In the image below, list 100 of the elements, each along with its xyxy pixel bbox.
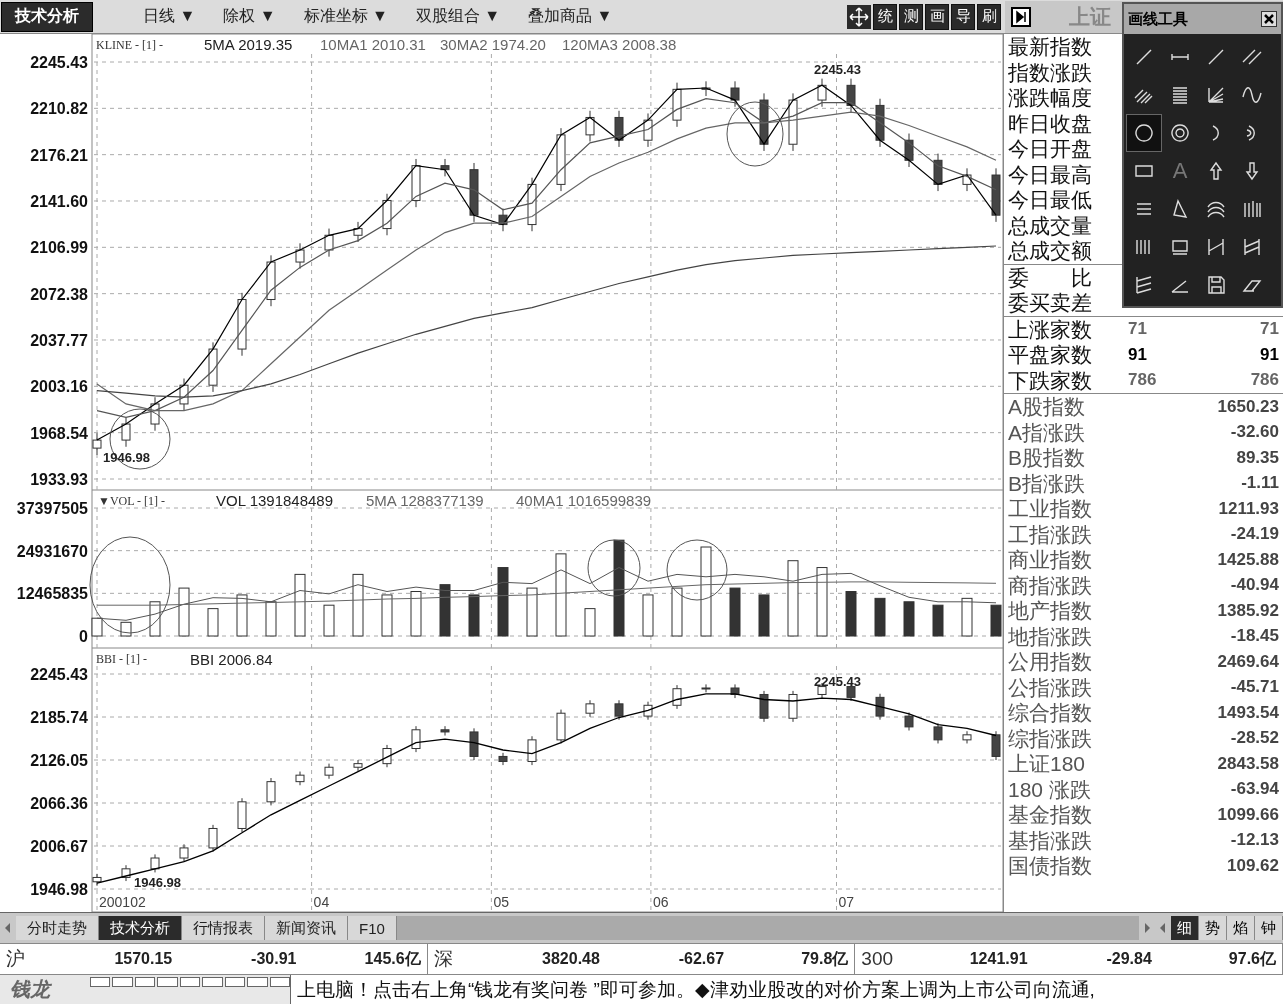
index-label: 综指涨跌 — [1008, 725, 1092, 751]
volume-bar — [120, 621, 132, 637]
expand-icon[interactable] — [1011, 6, 1031, 27]
technical-analysis-button[interactable]: 技术分析 — [1, 1, 93, 32]
peak-label: 2245.43 — [814, 674, 861, 689]
candlestick — [527, 177, 537, 232]
candlestick — [643, 701, 653, 721]
volume-bar — [352, 573, 364, 637]
field-label: 昨日收盘 — [1008, 110, 1092, 136]
candlestick — [324, 763, 334, 780]
axis-label: 2106.99 — [30, 239, 88, 257]
circle-mark — [726, 101, 784, 167]
index-label: 公用指数 — [1008, 649, 1092, 675]
field-label: 平盘家数 — [1008, 342, 1093, 368]
axis-label: 06 — [652, 894, 669, 910]
candlestick — [556, 709, 566, 744]
volume-bar — [671, 587, 683, 637]
volume-bar — [265, 601, 277, 637]
axis-label: 04 — [313, 894, 330, 910]
volume-bar — [236, 594, 248, 637]
candlestick — [788, 92, 798, 152]
legend-label: 120MA3 2008.38 — [562, 36, 677, 53]
view-tab[interactable]: F10 — [348, 916, 397, 940]
axis-label: 2141.60 — [30, 193, 88, 210]
candlestick — [469, 162, 479, 223]
view-tab[interactable]: 分时走势 — [16, 916, 99, 940]
candlestick — [121, 864, 131, 882]
index-value: -32.60 — [1230, 422, 1279, 443]
axis-label: 0 — [79, 628, 88, 645]
change-value: -30.91 — [250, 950, 297, 968]
index-title: 上证 — [1069, 3, 1111, 30]
legend-label: VOL 1391848489 — [216, 492, 334, 509]
panel-tab[interactable]: 势 — [1199, 916, 1227, 940]
toolbar-button[interactable]: 刷 — [977, 3, 1001, 30]
volume-bar — [381, 594, 393, 637]
axis-label: 1933.93 — [30, 471, 88, 488]
candlestick — [469, 727, 479, 761]
volume-bar — [874, 597, 886, 637]
dropdown-menu[interactable]: 标准坐标 ▼ — [303, 6, 388, 27]
dropdown-menu[interactable]: 双股组合 ▼ — [415, 6, 501, 27]
circle-tool-icon[interactable] — [1126, 114, 1162, 152]
view-tab[interactable]: 技术分析 — [99, 916, 182, 940]
index-label: 国债指数 — [1008, 853, 1092, 879]
turnover-value: 79.8亿 — [800, 948, 849, 969]
candlestick — [904, 133, 914, 168]
index-value: 1211.93 — [1218, 498, 1279, 519]
candlestick — [585, 699, 595, 718]
change-value: -29.84 — [1105, 950, 1152, 968]
index-label: 工指涨跌 — [1008, 521, 1092, 547]
volume-bar — [584, 608, 596, 637]
view-tab[interactable]: 行情报表 — [182, 916, 265, 940]
candlestick — [817, 78, 827, 108]
field-label: 今日开盘 — [1008, 136, 1092, 162]
news-ticker: 上电脑！点击右上角“钱龙有奖问卷 ”即可参加。◆津劝业股改的对价方案上调为上市公司向流通, — [297, 977, 1095, 1002]
legend-label: 30MA2 1974.20 — [440, 36, 546, 53]
index-label: 综合指数 — [1008, 700, 1092, 726]
low-label: 1946.98 — [103, 450, 150, 465]
panel-tab[interactable]: 细 — [1171, 916, 1199, 940]
move-icon[interactable] — [847, 3, 871, 30]
dropdown-menu[interactable]: 叠加商品 ▼ — [528, 6, 613, 27]
panel-tab[interactable]: 钟 — [1255, 916, 1283, 940]
index-label: 公指涨跌 — [1008, 674, 1092, 700]
toolbar-button[interactable]: 画 — [925, 3, 949, 30]
toolbar-button[interactable]: 测 — [899, 3, 923, 30]
view-tab[interactable]: 新闻资讯 — [265, 916, 348, 940]
candlestick — [237, 797, 247, 833]
field-label: 今日最高 — [1008, 161, 1092, 187]
candlestick — [92, 873, 102, 886]
index-value: -63.94 — [1230, 779, 1279, 800]
dropdown-menu[interactable]: 除权 ▼ — [223, 6, 276, 27]
axis-label: 37397505 — [16, 500, 88, 517]
index-label: 基金指数 — [1008, 802, 1092, 828]
candlestick — [295, 242, 305, 270]
candlestick — [179, 843, 189, 863]
index-value: 1099.66 — [1217, 804, 1279, 825]
market-label: 300 — [861, 948, 895, 970]
volume-bar — [468, 594, 480, 637]
axis-label: 24931670 — [16, 542, 88, 560]
axis-label: 2210.82 — [30, 100, 88, 118]
panel-tab[interactable]: 焰 — [1227, 916, 1255, 940]
field-label: 总成交量 — [1008, 212, 1092, 238]
candlestick — [730, 80, 740, 108]
candlestick — [150, 396, 160, 432]
count-value: 71 — [1260, 319, 1279, 340]
index-value: 109.62 — [1227, 855, 1279, 876]
index-value: 2469.64 — [1217, 651, 1279, 672]
circle-mark — [666, 539, 728, 601]
candlestick — [730, 683, 740, 699]
index-value: 2843.58 — [1217, 753, 1279, 774]
toolbar-button[interactable]: 统 — [873, 3, 897, 30]
axis-label: 12465835 — [16, 585, 88, 603]
close-icon[interactable] — [1261, 11, 1277, 27]
index-label: B指涨跌 — [1008, 470, 1085, 496]
index-label: 工业指数 — [1008, 496, 1092, 522]
toolbar-button[interactable]: 导 — [951, 3, 975, 30]
index-label: 商指涨跌 — [1008, 572, 1092, 598]
text-tool-button[interactable]: A — [1162, 152, 1198, 190]
candlestick — [353, 221, 363, 243]
dropdown-menu[interactable]: 日线 ▼ — [143, 6, 196, 27]
volume-bar — [903, 601, 915, 637]
